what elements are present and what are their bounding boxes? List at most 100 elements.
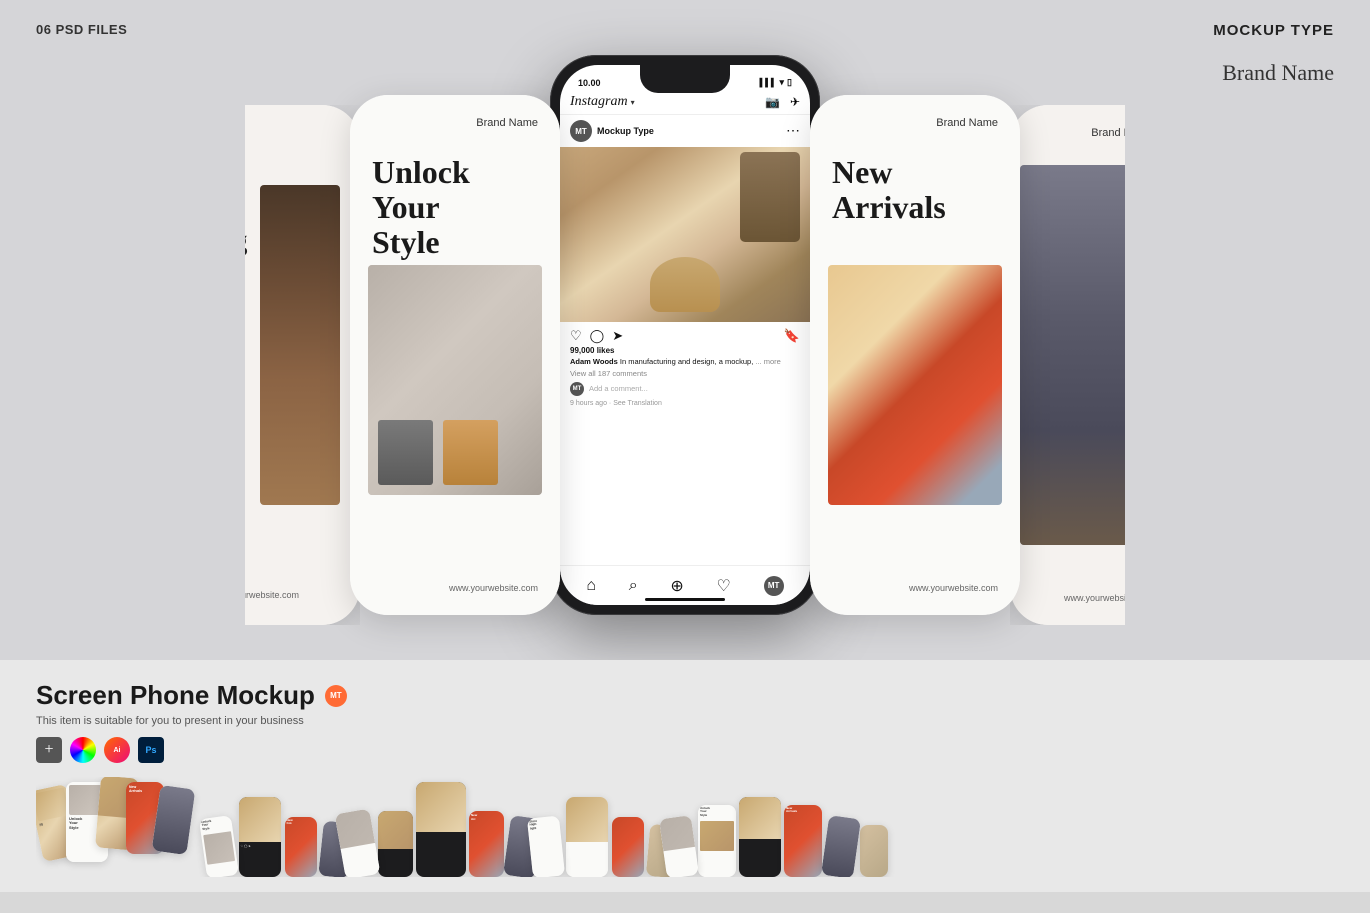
thumb-screen-5c <box>739 797 781 877</box>
thumb-phone-5d: NewArrivals <box>784 805 822 877</box>
thumb-screen-4a: StoreHigh-light <box>526 815 564 877</box>
post-header: MT Mockup Type ⋯ <box>560 115 810 147</box>
thumb-phone-2b: ♡ ◯ ➤ <box>239 797 281 877</box>
phone-center: 10.00 ▌▌▌ ▾ ▯ Instagram ▾ 📷 ✈ <box>550 55 820 615</box>
post-caption: Adam Woods In manufacturing and design, … <box>560 357 810 369</box>
ig-profile-avatar[interactable]: MT <box>764 576 784 596</box>
thumb-phone-5c <box>739 797 781 877</box>
ig-dropdown-arrow: ▾ <box>631 98 635 107</box>
post-likes: 99,000 likes <box>560 346 810 357</box>
left-brand: Brand Name <box>476 117 538 129</box>
far-right-url: www.yourwebsite.com <box>1064 593 1153 603</box>
thumb-phone-3d: NewArr. <box>469 811 504 877</box>
mt-badge: MT <box>325 685 347 707</box>
home-indicator <box>645 598 725 601</box>
thumb-group-5: UnlockYourStyle NewArrivals <box>688 777 863 877</box>
post-jacket-item <box>740 152 800 242</box>
ig-camera-icon[interactable]: 📷 <box>765 95 780 110</box>
ig-add-icon[interactable]: ⊕ <box>670 576 683 596</box>
wifi-icon: ▾ <box>780 77 785 88</box>
thumb-screen-3c <box>416 782 466 877</box>
thumb-phones-scattered: 70 UnlockYourStyle <box>36 777 191 877</box>
bottom-subtitle: This item is suitable for you to present… <box>36 715 1334 727</box>
post-username[interactable]: Mockup Type <box>597 126 654 136</box>
right-title: New Arrivals <box>832 155 946 225</box>
ig-search-icon[interactable]: ⌕ <box>629 577 638 595</box>
post-hat-item <box>650 257 720 312</box>
thumb-screen-5f <box>860 825 888 877</box>
far-left-text: ing l <box>210 225 247 292</box>
thumb-screen-5d: NewArrivals <box>784 805 822 877</box>
right-brand: Brand Name <box>936 117 998 129</box>
phone-right: Brand Name New Arrivals www.yourwebsite.… <box>810 95 1020 615</box>
ig-send-icon[interactable]: ✈ <box>790 95 800 110</box>
thumb-screen-2c: NewCol. <box>285 817 317 877</box>
ig-logo-area[interactable]: Instagram ▾ <box>570 94 635 110</box>
left-product-grid <box>368 265 542 495</box>
notch <box>640 65 730 93</box>
thumb-phone-4c <box>612 817 644 877</box>
ps-icon: Ps <box>138 737 164 763</box>
mockup-type-label: MOCKUP TYPE <box>1213 22 1334 39</box>
thumb-phones-row-5: UnlockYourStyle NewArrivals <box>663 777 888 877</box>
clothing-item-jacket <box>443 420 498 485</box>
thumb-group-2: UnlockYourStyle ♡ ◯ ➤ NewCol. <box>209 777 344 877</box>
far-left-url: www.yourwebsite.com <box>210 590 299 600</box>
comment-avatar: MT <box>570 382 584 396</box>
thumb-screen-3b <box>378 811 413 877</box>
signal-icon: ▌▌▌ <box>760 78 777 87</box>
thumb-phones-row-4: StoreHigh-light <box>530 777 676 877</box>
thumb-phone-5a <box>659 815 699 877</box>
bookmark-icon[interactable]: 🔖 <box>784 328 800 344</box>
phone-left: Brand Name Unlock Your Style www.yourweb… <box>350 95 560 615</box>
clothing-item-jeans <box>378 420 433 485</box>
ai-icon: Ai <box>104 737 130 763</box>
thumb-phone-5b: UnlockYourStyle <box>698 805 736 877</box>
status-icons: ▌▌▌ ▾ ▯ <box>760 77 793 88</box>
phone-far-right: Brand Name www.yourwebsite.com <box>1010 105 1175 625</box>
right-product-image <box>828 265 1002 505</box>
post-more-button[interactable]: ⋯ <box>786 123 800 140</box>
far-right-jeans <box>1020 165 1165 545</box>
phone-far-left: ing l www.yourwebsite.com <box>195 105 360 625</box>
far-right-product-image <box>1020 165 1165 545</box>
thumb-screen-5a <box>659 815 699 877</box>
thumb-phones-row-2: UnlockYourStyle ♡ ◯ ➤ NewCol. <box>203 777 351 877</box>
top-section: 06 PSD FILES MOCKUP TYPE Brand Name ing … <box>0 0 1370 660</box>
thumb-phone-3b <box>378 811 413 877</box>
thumb-screen-5e <box>821 815 861 877</box>
right-url: www.yourwebsite.com <box>909 583 998 593</box>
share-icon[interactable]: ➤ <box>612 328 623 344</box>
post-actions: ♡ ◯ ➤ 🔖 <box>560 322 810 346</box>
left-url: www.yourwebsite.com <box>449 583 538 593</box>
like-icon[interactable]: ♡ <box>570 328 582 344</box>
thumb-phone-5e <box>821 815 861 877</box>
status-time: 10.00 <box>578 78 601 88</box>
post-image <box>560 147 810 322</box>
post-action-icons: ♡ ◯ ➤ <box>570 328 623 344</box>
phones-container: ing l www.yourwebsite.com Brand Name Unl… <box>0 55 1370 625</box>
ig-home-icon[interactable]: ⌂ <box>586 577 596 595</box>
post-time: 9 hours ago · See Translation <box>560 398 810 413</box>
ig-heart-icon[interactable]: ♡ <box>717 576 731 596</box>
ig-logo-text: Instagram <box>570 94 628 110</box>
instagram-header: Instagram ▾ 📷 ✈ <box>560 90 810 115</box>
thumb-screen-5b: UnlockYourStyle <box>698 805 736 877</box>
thumb-group-1: 70 UnlockYourStyle <box>36 777 191 877</box>
plus-icon: + <box>36 737 62 763</box>
comment-icon[interactable]: ◯ <box>590 328 605 344</box>
center-phone-screen: 10.00 ▌▌▌ ▾ ▯ Instagram ▾ 📷 ✈ <box>560 65 810 605</box>
left-title: Unlock Your Style <box>372 155 470 261</box>
thumb-phone-2c: NewCol. <box>285 817 317 877</box>
thumb-phones-row-3: NewArr. <box>340 777 539 877</box>
thumbnail-strip: 70 UnlockYourStyle <box>36 777 1334 877</box>
post-user-avatar[interactable]: MT <box>570 120 592 142</box>
post-user-info: MT Mockup Type <box>570 120 654 142</box>
tool-icons-row: + Ai Ps <box>36 737 1334 763</box>
caption-username: Adam Woods <box>570 357 618 366</box>
add-comment-placeholder[interactable]: Add a comment... <box>589 384 648 393</box>
thumb-group-3: NewArr. <box>362 777 517 877</box>
thumb-screen-2b: ♡ ◯ ➤ <box>239 797 281 877</box>
bottom-section: Screen Phone Mockup MT This item is suit… <box>0 660 1370 892</box>
comments-link[interactable]: View all 187 comments <box>560 369 810 380</box>
